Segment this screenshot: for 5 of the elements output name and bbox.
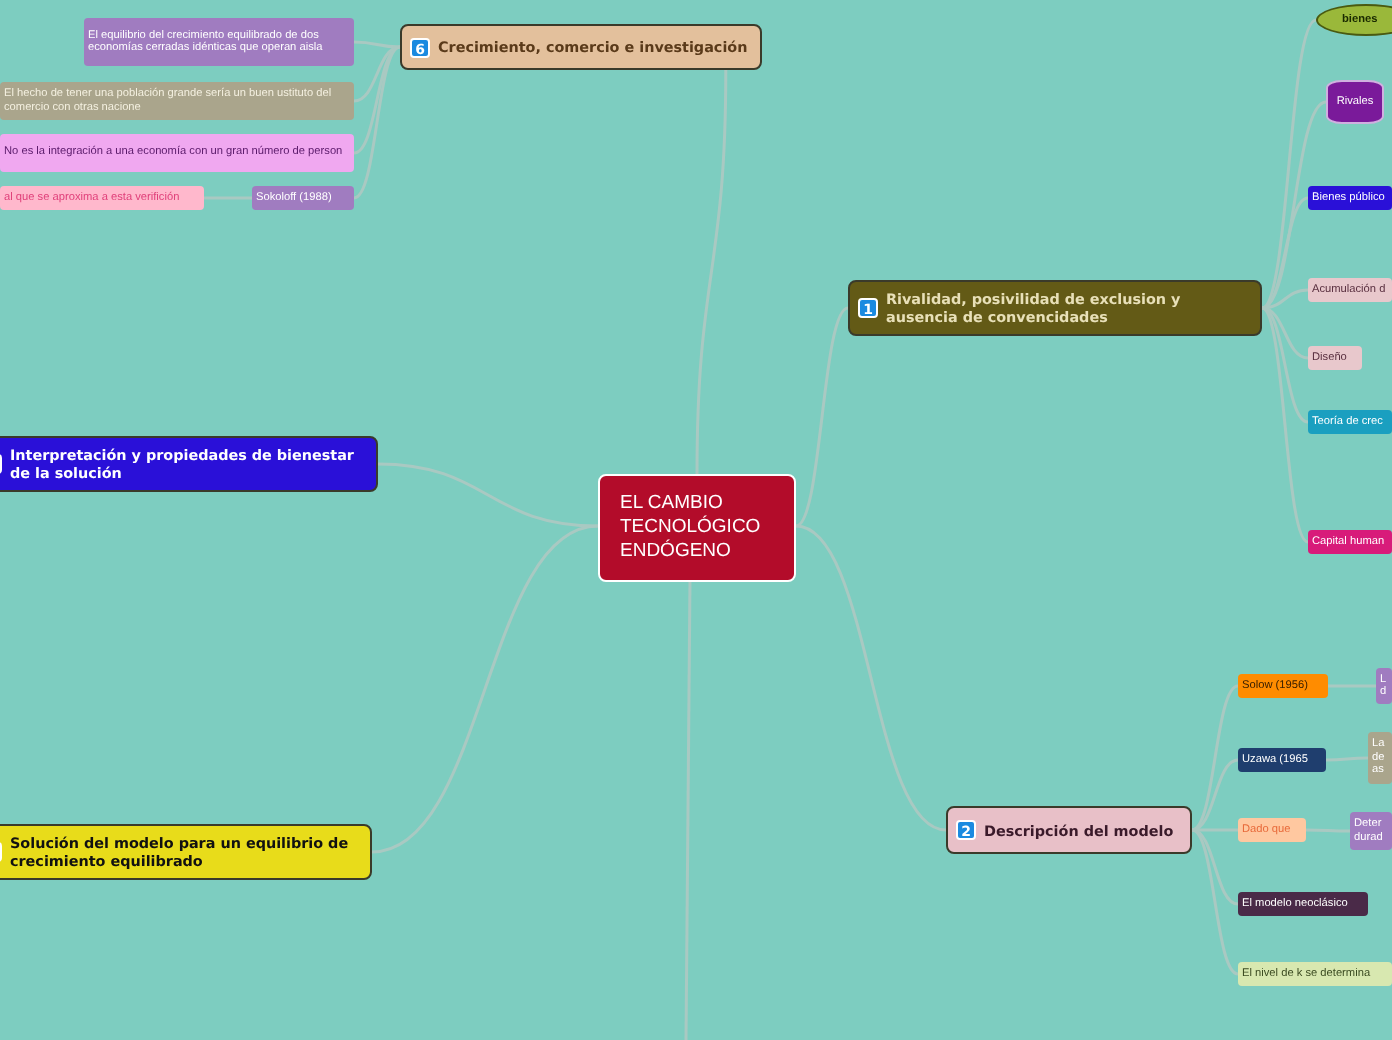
connector-line: [1328, 684, 1376, 688]
connector-line: [1306, 828, 1350, 833]
central-topic[interactable]: EL CAMBIO TECNOLÓGICO ENDÓGENO: [598, 474, 796, 582]
connector-line: [1326, 756, 1368, 762]
connector-line: [204, 196, 252, 200]
